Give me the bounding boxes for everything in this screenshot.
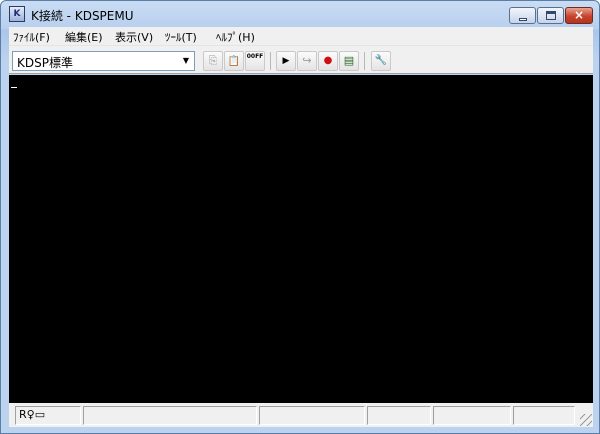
- status-pane: [367, 406, 431, 425]
- maximize-button[interactable]: [537, 7, 564, 24]
- resize-grip[interactable]: [580, 414, 592, 426]
- copy-icon: ⎘: [208, 54, 218, 67]
- paste-button[interactable]: 📋: [224, 51, 244, 71]
- minimize-button[interactable]: [509, 7, 536, 24]
- maximize-icon: [546, 11, 556, 20]
- status-bar: R♀▭: [9, 403, 593, 427]
- terminal-screen[interactable]: [9, 75, 593, 403]
- record-icon: ●: [323, 55, 333, 66]
- window-title: K接続 - KDSPEMU: [31, 9, 134, 23]
- toolbar: KDSP標準 ▼ ⎘ 📋 00FF ▶ ↪ ● ▤ 🔧: [9, 46, 593, 74]
- chevron-down-icon[interactable]: ▼: [178, 52, 194, 70]
- menu-view[interactable]: 表示(V): [115, 29, 153, 45]
- status-pane: [433, 406, 511, 425]
- minimize-icon: [519, 18, 527, 21]
- hex-00ff-icon: 00FF: [246, 53, 264, 60]
- menu-tools[interactable]: ﾂｰﾙ(T): [165, 29, 197, 45]
- close-button[interactable]: ×: [565, 7, 593, 24]
- menu-help[interactable]: ﾍﾙﾌﾟ(H): [216, 29, 255, 45]
- log-view-button[interactable]: ▤: [339, 51, 359, 71]
- menu-bar: ﾌｧｲﾙ(F) 編集(E) 表示(V) ﾂｰﾙ(T) ﾍﾙﾌﾟ(H): [9, 27, 593, 46]
- step-icon: ↪: [302, 54, 312, 67]
- status-pane-indicators: R♀▭: [15, 406, 81, 425]
- terminal-cursor: [11, 87, 17, 88]
- status-pane: [513, 406, 575, 425]
- log-view-icon: ▤: [343, 54, 355, 67]
- paste-icon: 📋: [227, 56, 241, 67]
- menu-edit[interactable]: 編集(E): [65, 29, 103, 45]
- wrench-icon: 🔧: [374, 55, 388, 66]
- play-icon: ▶: [282, 56, 290, 66]
- menu-file[interactable]: ﾌｧｲﾙ(F): [13, 29, 50, 45]
- settings-button[interactable]: 🔧: [371, 51, 391, 71]
- step-button[interactable]: ↪: [297, 51, 317, 71]
- combobox-value: KDSP標準: [17, 56, 73, 70]
- app-icon[interactable]: K: [9, 6, 25, 22]
- app-window: K K接続 - KDSPEMU × ﾌｧｲﾙ(F) 編集(E) 表示(V) ﾂｰ…: [0, 0, 600, 434]
- play-button[interactable]: ▶: [276, 51, 296, 71]
- close-icon: ×: [573, 8, 585, 22]
- hex-00ff-button[interactable]: 00FF: [245, 51, 265, 71]
- copy-button[interactable]: ⎘: [203, 51, 223, 71]
- status-pane: [83, 406, 257, 425]
- title-bar[interactable]: K K接続 - KDSPEMU ×: [1, 1, 599, 27]
- status-indicator-icons: R♀▭: [19, 408, 46, 421]
- toolbar-separator: [270, 52, 271, 70]
- settings-combobox[interactable]: KDSP標準 ▼: [12, 51, 195, 71]
- status-pane: [259, 406, 365, 425]
- toolbar-separator: [364, 52, 365, 70]
- record-button[interactable]: ●: [318, 51, 338, 71]
